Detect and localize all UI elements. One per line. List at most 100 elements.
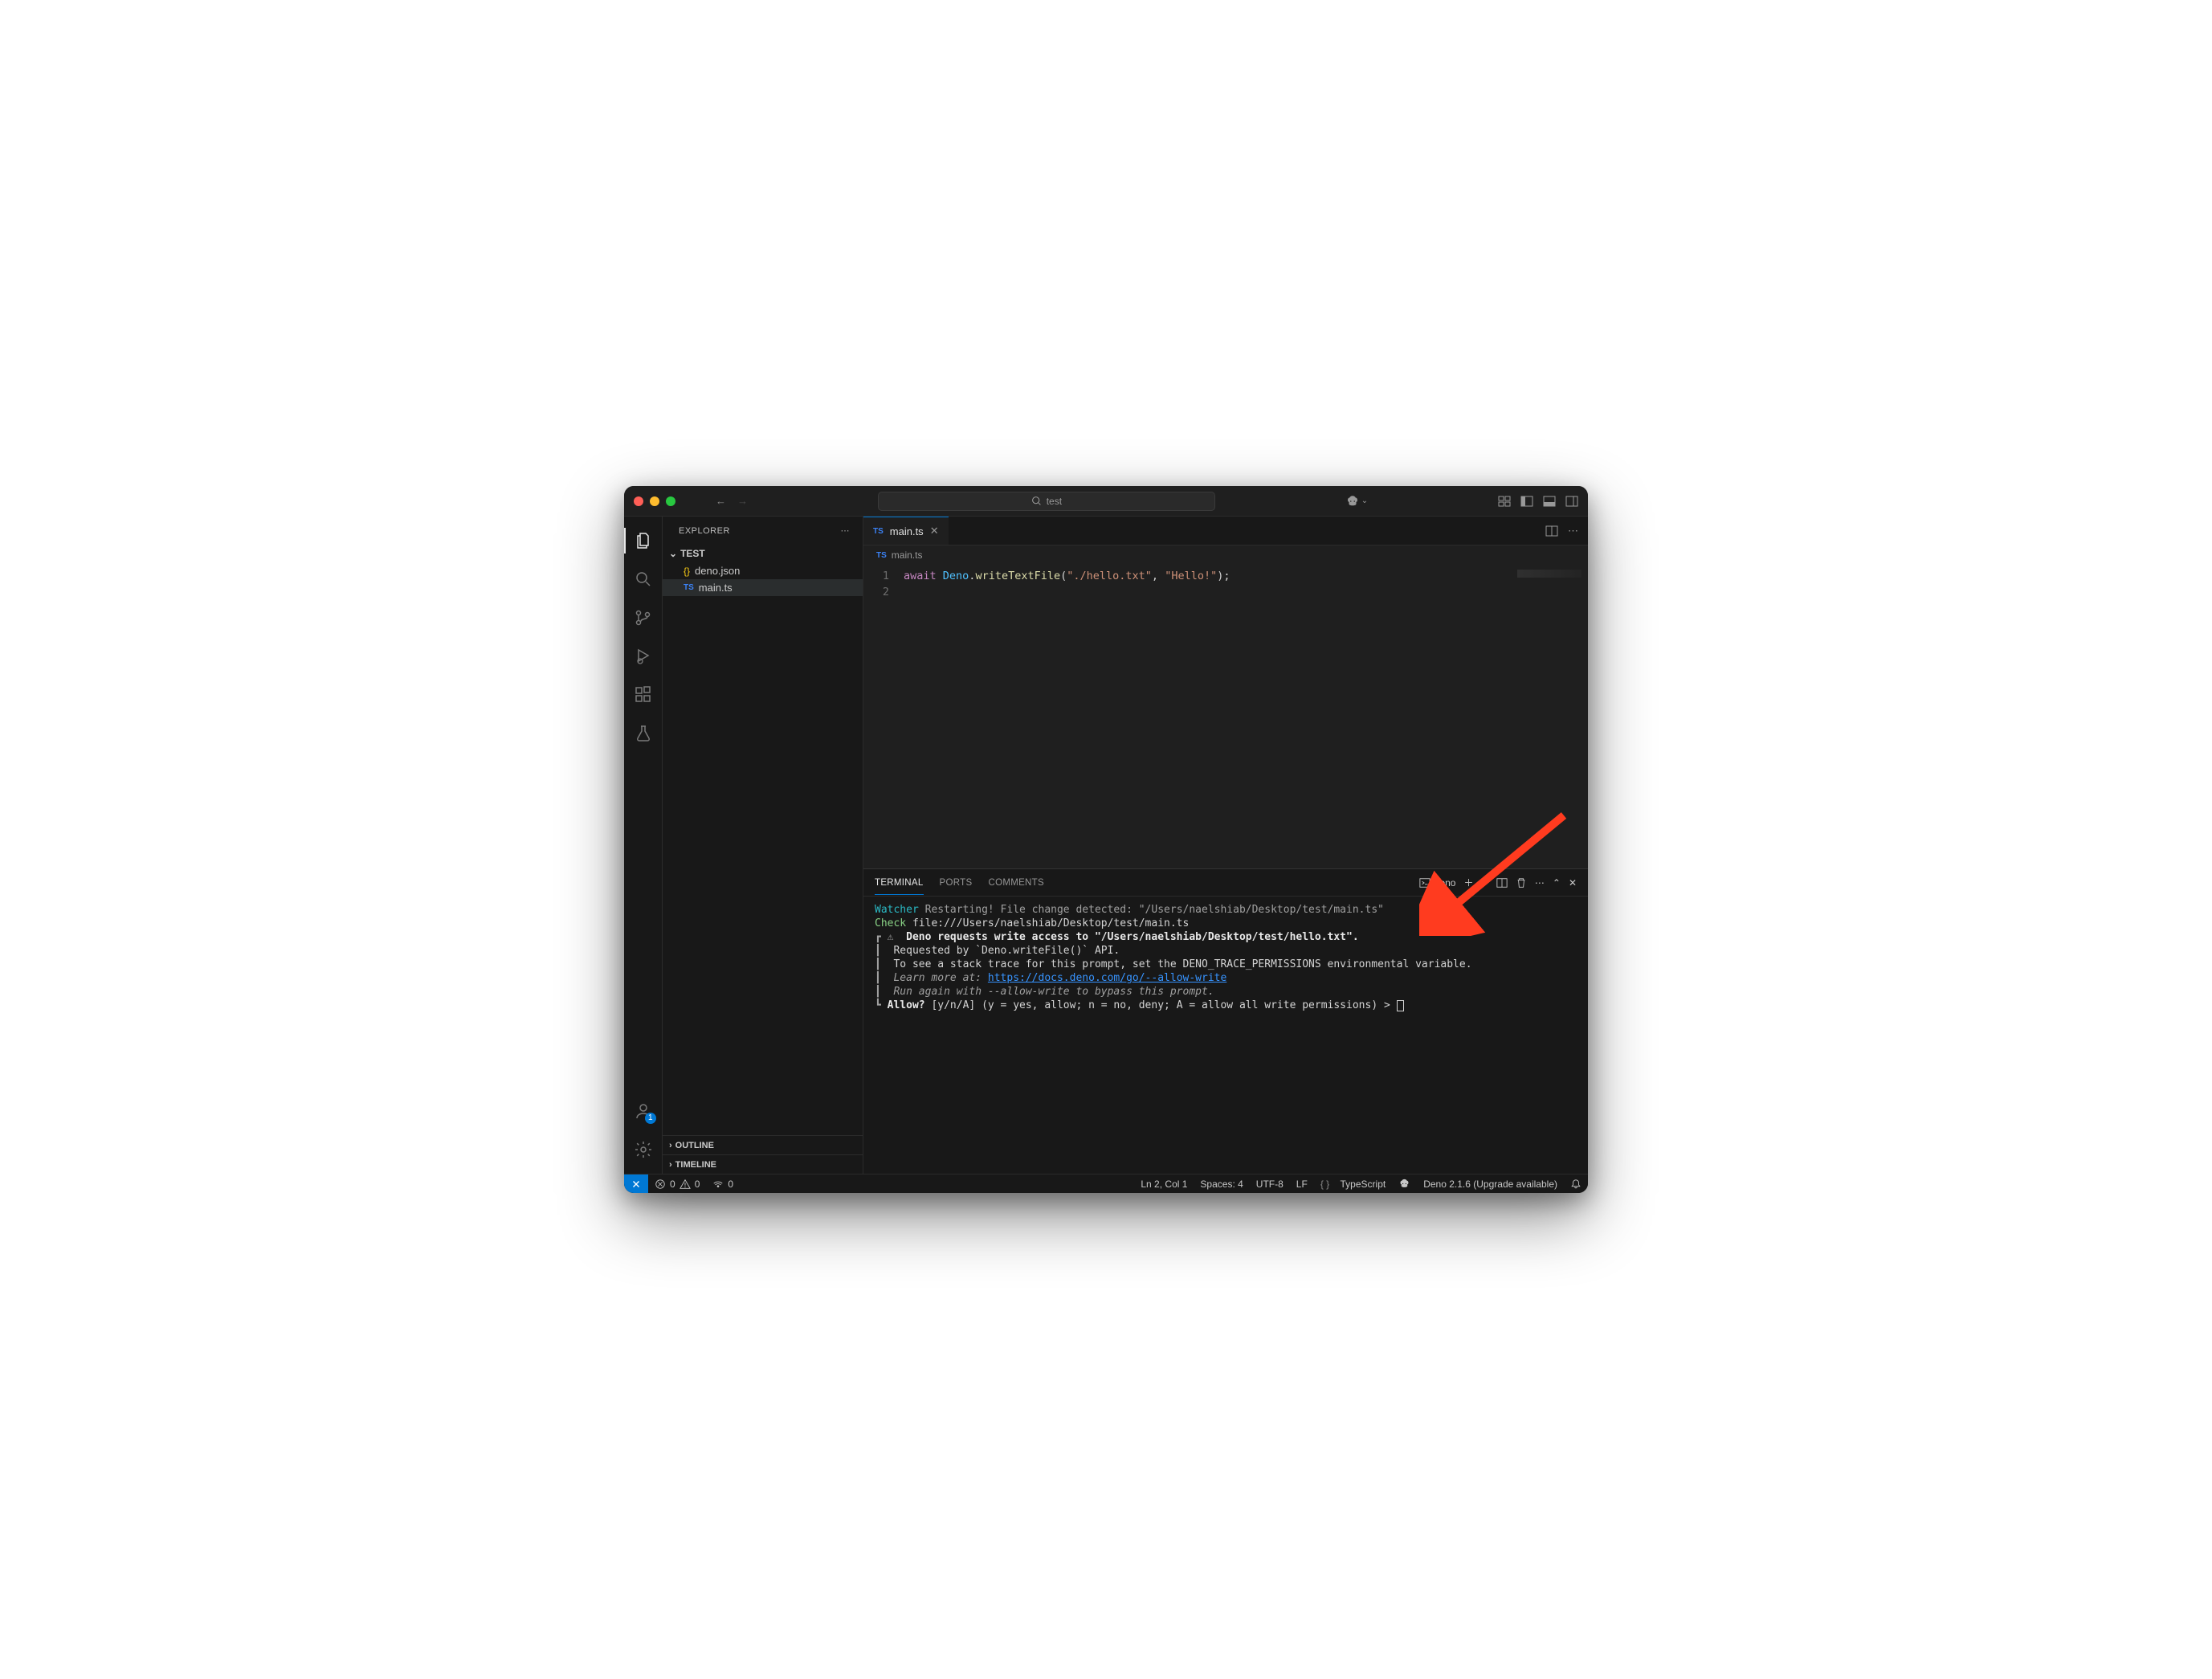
accounts-activity[interactable]: 1 — [624, 1093, 663, 1129]
toggle-primary-sidebar-icon[interactable] — [1520, 495, 1533, 508]
trace-hint: To see a stack trace for this prompt, se… — [893, 958, 1471, 970]
search-icon — [634, 570, 653, 589]
panel-more-icon[interactable]: ⋯ — [1535, 877, 1545, 889]
file-item-deno-json[interactable]: {} deno.json — [663, 562, 863, 579]
copilot-status[interactable] — [1392, 1178, 1417, 1190]
testing-activity[interactable] — [624, 716, 663, 751]
notifications-status[interactable] — [1564, 1178, 1588, 1190]
split-terminal-icon[interactable] — [1496, 877, 1508, 889]
ts-file-icon: TS — [876, 551, 887, 560]
panel-tab-ports[interactable]: PORTS — [940, 878, 973, 888]
ports-status[interactable]: 0 — [706, 1179, 740, 1190]
requested-by: Requested by `Deno.writeFile()` API. — [893, 945, 1120, 957]
kill-terminal-icon[interactable] — [1516, 877, 1527, 889]
panel-tab-comments[interactable]: COMMENTS — [988, 878, 1043, 888]
close-tab-icon[interactable]: ✕ — [930, 525, 939, 537]
error-icon — [655, 1179, 666, 1190]
panel-tabs: TERMINAL PORTS COMMENTS deno ＋ ⌄ ⋯ ⌃ — [863, 869, 1588, 897]
split-editor-icon[interactable] — [1545, 525, 1558, 537]
settings-activity[interactable] — [624, 1132, 663, 1167]
toggle-panel-icon[interactable] — [1543, 495, 1556, 508]
copilot-icon — [1398, 1178, 1410, 1190]
box-char: ┃ — [875, 945, 893, 957]
maximize-panel-icon[interactable]: ⌃ — [1553, 877, 1561, 889]
toggle-secondary-sidebar-icon[interactable] — [1565, 495, 1578, 508]
panel-tab-terminal[interactable]: TERMINAL — [875, 878, 924, 895]
indentation-status[interactable]: Spaces: 4 — [1194, 1178, 1249, 1190]
breadcrumbs[interactable]: TS main.ts — [863, 545, 1588, 565]
explorer-activity[interactable] — [624, 523, 663, 558]
terminal-output[interactable]: Watcher Restarting! File change detected… — [863, 897, 1588, 1174]
sidebar-more-icon[interactable]: ⋯ — [841, 525, 851, 536]
command-center-search[interactable]: test — [878, 492, 1215, 511]
titlebar-layout-controls — [1498, 495, 1578, 508]
nav-back-icon[interactable]: ← — [716, 495, 726, 507]
gear-icon — [634, 1140, 653, 1159]
terminal-cursor — [1397, 1000, 1404, 1011]
learn-prefix: Learn more at: — [893, 972, 987, 984]
error-count: 0 — [670, 1179, 675, 1190]
tab-main-ts[interactable]: TS main.ts ✕ — [863, 517, 949, 545]
extensions-activity[interactable] — [624, 677, 663, 713]
cursor-position[interactable]: Ln 2, Col 1 — [1134, 1178, 1194, 1190]
terminal-dropdown-icon[interactable]: ⌄ — [1481, 878, 1488, 887]
box-char: ┃ — [875, 972, 893, 984]
maximize-window-button[interactable] — [666, 496, 675, 506]
file-name: main.ts — [699, 582, 733, 594]
permission-request: Deno requests write access to "/Users/na… — [906, 931, 1359, 943]
search-text: test — [1047, 496, 1062, 507]
run-debug-activity[interactable] — [624, 639, 663, 674]
box-char: ┗ — [875, 999, 888, 1011]
string: "./hello.txt" — [1067, 570, 1152, 582]
folder-root[interactable]: ⌄ TEST — [663, 545, 863, 562]
vscode-window: ← → test ⌄ — [624, 486, 1588, 1193]
bell-icon — [1570, 1179, 1581, 1190]
deno-status[interactable]: Deno 2.1.6 (Upgrade available) — [1417, 1178, 1564, 1190]
sidebar-title: EXPLORER — [679, 526, 730, 536]
beaker-icon — [634, 724, 653, 743]
encoding-status[interactable]: UTF-8 — [1250, 1178, 1290, 1190]
chevron-down-icon: ⌄ — [1361, 496, 1368, 505]
line-number: 1 — [863, 568, 889, 584]
code-editor[interactable]: 1 2 await Deno.writeTextFile("./hello.tx… — [863, 565, 1588, 868]
code-content: await Deno.writeTextFile("./hello.txt", … — [904, 565, 1230, 868]
outline-section[interactable]: › OUTLINE — [663, 1135, 863, 1154]
search-activity[interactable] — [624, 562, 663, 597]
close-window-button[interactable] — [634, 496, 643, 506]
nav-forward-icon[interactable]: → — [737, 495, 748, 507]
window-controls — [634, 496, 675, 506]
eol-status[interactable]: LF — [1290, 1178, 1314, 1190]
line-gutter: 1 2 — [863, 565, 904, 868]
copilot-button[interactable]: ⌄ — [1345, 494, 1368, 509]
terminal-shell-label[interactable]: deno — [1419, 877, 1456, 889]
language-status[interactable]: { } TypeScript — [1314, 1178, 1392, 1190]
identifier: Deno — [943, 570, 969, 582]
new-terminal-icon[interactable]: ＋ — [1463, 876, 1473, 889]
string: "Hello!" — [1165, 570, 1217, 582]
line-number: 2 — [863, 584, 889, 600]
docs-link[interactable]: https://docs.deno.com/go/--allow-write — [988, 972, 1226, 984]
more-actions-icon[interactable]: ⋯ — [1568, 525, 1578, 537]
file-item-main-ts[interactable]: TS main.ts — [663, 579, 863, 596]
minimap[interactable] — [1517, 570, 1581, 578]
ports-count: 0 — [728, 1179, 733, 1190]
file-tree: ⌄ TEST {} deno.json TS main.ts — [663, 545, 863, 1135]
remote-icon — [631, 1179, 642, 1190]
language-label: TypeScript — [1341, 1179, 1386, 1190]
tab-label: main.ts — [890, 525, 924, 537]
minimize-window-button[interactable] — [650, 496, 659, 506]
source-control-activity[interactable] — [624, 600, 663, 635]
remote-indicator[interactable] — [624, 1174, 648, 1193]
function-name: writeTextFile — [975, 570, 1060, 582]
timeline-section[interactable]: › TIMELINE — [663, 1154, 863, 1174]
problems-status[interactable]: 0 0 — [648, 1179, 706, 1190]
ts-file-icon: TS — [873, 527, 884, 536]
titlebar: ← → test ⌄ — [624, 486, 1588, 517]
search-icon — [1031, 496, 1042, 506]
file-name: deno.json — [695, 565, 740, 577]
git-branch-icon — [634, 608, 653, 627]
explorer-sidebar: EXPLORER ⋯ ⌄ TEST {} deno.json TS main.t… — [663, 517, 863, 1174]
shell-name: deno — [1435, 877, 1456, 889]
customize-layout-icon[interactable] — [1498, 495, 1511, 508]
close-panel-icon[interactable]: ✕ — [1569, 877, 1577, 889]
